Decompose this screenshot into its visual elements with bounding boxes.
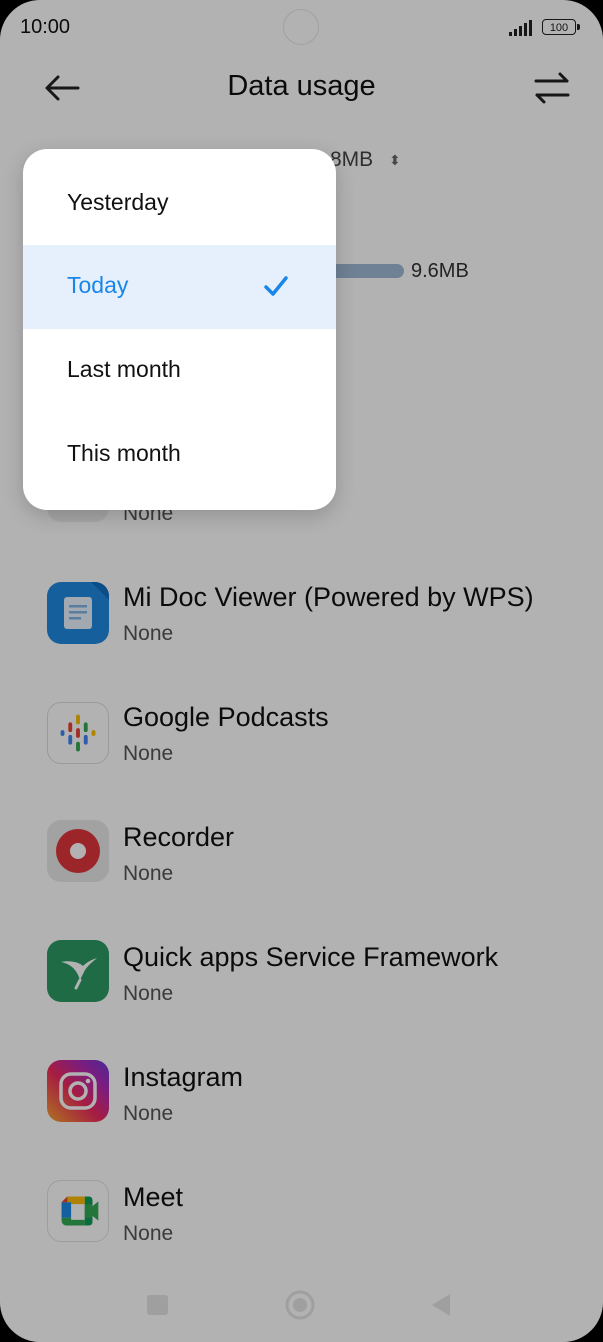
menu-item-this-month[interactable]: This month (23, 413, 336, 497)
menu-item-label: Last month (67, 356, 181, 382)
menu-item-label: Today (67, 272, 129, 298)
menu-item-last-month[interactable]: Last month (23, 329, 336, 413)
menu-item-today[interactable]: Today (23, 245, 336, 329)
menu-item-yesterday[interactable]: Yesterday (23, 162, 336, 246)
phone-screen: 10:00 100 Data usage 8MB ⬍ 9.6MB None Mi… (0, 0, 603, 1342)
checkmark-icon (264, 276, 288, 296)
menu-item-label: This month (67, 440, 181, 466)
date-range-menu: Yesterday Today Last month This month (23, 149, 336, 510)
menu-item-label: Yesterday (67, 189, 169, 215)
